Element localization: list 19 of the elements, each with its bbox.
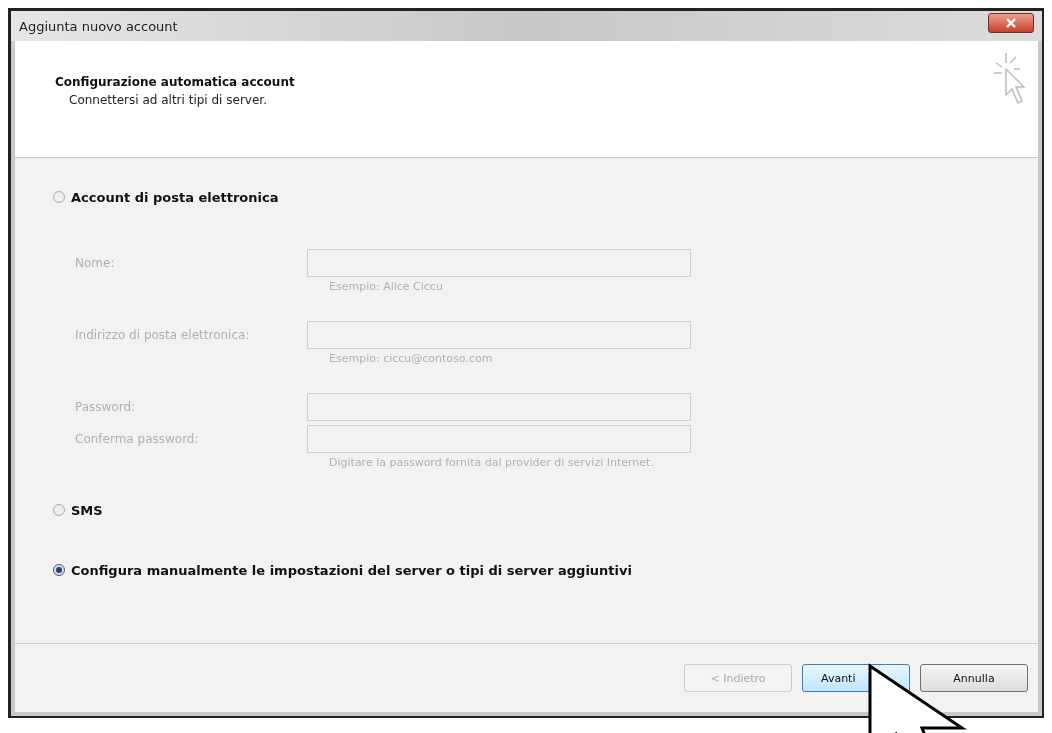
radio-option[interactable]: Account di posta elettronica bbox=[53, 189, 279, 205]
field-hint: Esempio: Alice Ciccu bbox=[328, 279, 444, 295]
radio-button[interactable] bbox=[53, 564, 65, 576]
header-subtitle: Connettersi ad altri tipi di server. bbox=[68, 93, 268, 107]
header-title: Configurazione automatica account bbox=[55, 75, 295, 89]
field-hint: Digitare la password fornita dal provider di servizi Internet. bbox=[328, 455, 655, 471]
field-label: Indirizzo di posta elettronica: bbox=[75, 328, 251, 342]
window-title: Aggiunta nuovo account bbox=[19, 18, 178, 34]
radio-option[interactable]: SMS bbox=[53, 502, 103, 518]
close-icon bbox=[1005, 18, 1017, 28]
radio-button[interactable] bbox=[53, 191, 65, 203]
radio-button[interactable] bbox=[53, 504, 65, 516]
field-label: Password: bbox=[75, 400, 137, 414]
close-button[interactable] bbox=[988, 13, 1034, 33]
dialog-button[interactable]: Annulla bbox=[920, 664, 1028, 692]
field-label: Conferma password: bbox=[75, 432, 200, 446]
field-label: Nome: bbox=[75, 256, 116, 270]
radio-option[interactable]: Configura manualmente le impostazioni del server o tipi di server aggiuntivi bbox=[53, 562, 632, 578]
field-hint: Esempio: ciccu@contoso.com bbox=[328, 351, 494, 367]
